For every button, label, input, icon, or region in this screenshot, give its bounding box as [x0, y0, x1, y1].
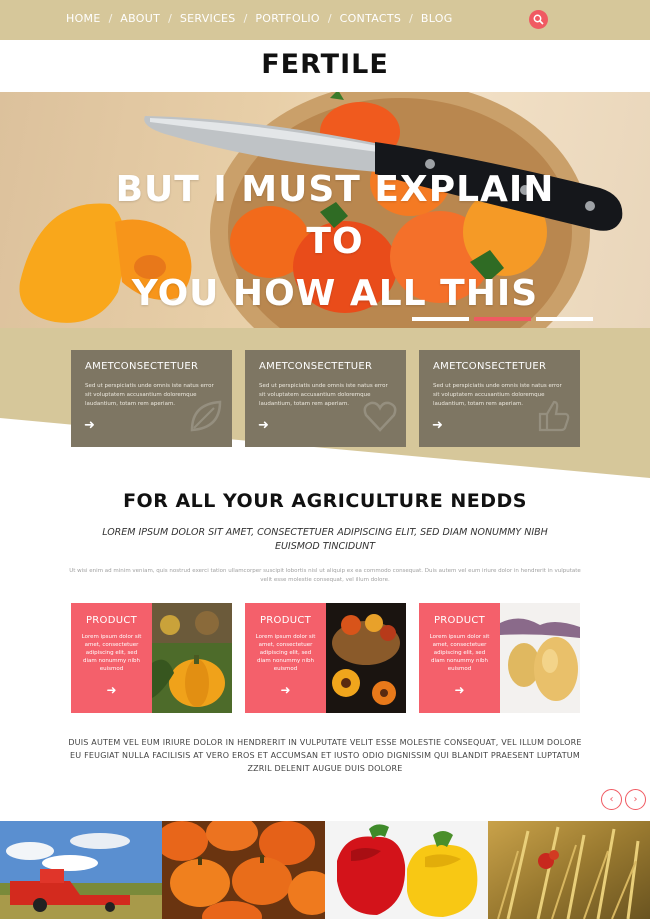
- nav-menu: HOME / ABOUT / SERVICES / PORTFOLIO / CO…: [66, 12, 453, 25]
- gallery-image-wheat[interactable]: [488, 821, 650, 919]
- arrow-right-icon[interactable]: ➜: [419, 683, 500, 697]
- arrow-right-icon[interactable]: ➜: [245, 683, 326, 697]
- product-info: PRODUCT Lorem ipsum dolor sit amet, cons…: [419, 603, 500, 713]
- feature-title: AMETCONSECTETUER: [433, 361, 547, 372]
- body-paragraph: DUIS AUTEM VEL EUM IRIURE DOLOR IN HENDR…: [68, 738, 582, 773]
- product-text: Lorem ipsum dolor sit amet, consectetuer…: [255, 634, 316, 672]
- arrow-right-icon[interactable]: ➜: [84, 418, 95, 433]
- product-title: PRODUCT: [433, 615, 486, 626]
- nav-item-home[interactable]: HOME: [66, 12, 101, 25]
- product-info: PRODUCT Lorem ipsum dolor sit amet, cons…: [245, 603, 326, 713]
- feature-card: AMETCONSECTETUER Sed ut perspiciatis und…: [245, 350, 406, 447]
- hero-heading: BUT I MUST EXPLAIN TO YOU HOW ALL THIS M…: [95, 164, 575, 328]
- heart-icon: [363, 401, 397, 432]
- nav-item-contacts[interactable]: CONTACTS: [340, 12, 402, 25]
- nav-separator: /: [168, 12, 172, 25]
- nav-separator: /: [327, 12, 332, 25]
- gallery-image-bell-peppers[interactable]: [325, 821, 488, 919]
- harvest-basket-image: [326, 603, 406, 713]
- feature-card: AMETCONSECTETUER Sed ut perspiciatis und…: [71, 350, 232, 447]
- nav-separator: /: [243, 12, 248, 25]
- hero-heading-line: YOU HOW ALL THIS: [131, 273, 539, 314]
- slider-dot[interactable]: [412, 317, 469, 321]
- nav-item-portfolio[interactable]: PORTFOLIO: [255, 12, 320, 25]
- top-navigation: HOME / ABOUT / SERVICES / PORTFOLIO / CO…: [0, 0, 650, 40]
- product-card: PRODUCT Lorem ipsum dolor sit amet, cons…: [245, 603, 406, 713]
- product-title: PRODUCT: [85, 615, 138, 626]
- nav-separator: /: [108, 12, 113, 25]
- thumbs-up-icon: [538, 400, 570, 432]
- slider-dot[interactable]: [536, 317, 593, 321]
- product-info: PRODUCT Lorem ipsum dolor sit amet, cons…: [71, 603, 152, 713]
- nav-item-services[interactable]: SERVICES: [180, 12, 236, 25]
- slider-pagination: [412, 317, 593, 321]
- gallery-image-harvester[interactable]: [0, 821, 162, 919]
- hero-slider: BUT I MUST EXPLAIN TO YOU HOW ALL THIS M…: [0, 92, 650, 328]
- product-text: Lorem ipsum dolor sit amet, consectetuer…: [81, 634, 142, 672]
- hero-heading-line: MISTAKE: [95, 320, 575, 328]
- product-card: PRODUCT Lorem ipsum dolor sit amet, cons…: [71, 603, 232, 713]
- leaf-icon: [190, 400, 222, 432]
- product-card: PRODUCT Lorem ipsum dolor sit amet, cons…: [419, 603, 580, 713]
- potato-image: [500, 603, 580, 713]
- gallery-image-pumpkins[interactable]: [162, 821, 325, 919]
- section-title: FOR ALL YOUR AGRICULTURE NEDDS: [123, 490, 527, 512]
- arrow-right-icon[interactable]: ➜: [258, 418, 269, 433]
- hero-heading-line: BUT I MUST EXPLAIN TO: [115, 169, 555, 262]
- photo-gallery: [0, 821, 650, 919]
- feature-card: AMETCONSECTETUER Sed ut perspiciatis und…: [419, 350, 580, 447]
- logo-bar: FERTILE: [0, 40, 650, 92]
- nav-separator: /: [409, 12, 413, 25]
- product-title: PRODUCT: [259, 615, 312, 626]
- section-subtitle: LOREM IPSUM DOLOR SIT AMET, CONSECTETUER…: [102, 527, 548, 552]
- nav-item-about[interactable]: ABOUT: [120, 12, 160, 25]
- site-logo[interactable]: FERTILE: [0, 49, 650, 80]
- arrow-right-icon[interactable]: ➜: [71, 683, 152, 697]
- search-button[interactable]: [529, 10, 548, 29]
- feature-title: AMETCONSECTETUER: [85, 361, 199, 372]
- feature-title: AMETCONSECTETUER: [259, 361, 373, 372]
- section-description: Ut wisi enim ad minim veniam, quis nostr…: [69, 568, 581, 583]
- product-text: Lorem ipsum dolor sit amet, consectetuer…: [429, 634, 490, 672]
- arrow-right-icon[interactable]: ➜: [432, 418, 443, 433]
- carousel-prev-button[interactable]: ‹: [601, 789, 622, 810]
- search-icon: [533, 14, 544, 25]
- slider-dot-active[interactable]: [474, 317, 531, 321]
- nav-item-blog[interactable]: BLOG: [421, 12, 453, 25]
- carousel-next-button[interactable]: ›: [625, 789, 646, 810]
- pumpkin-image: [152, 603, 232, 713]
